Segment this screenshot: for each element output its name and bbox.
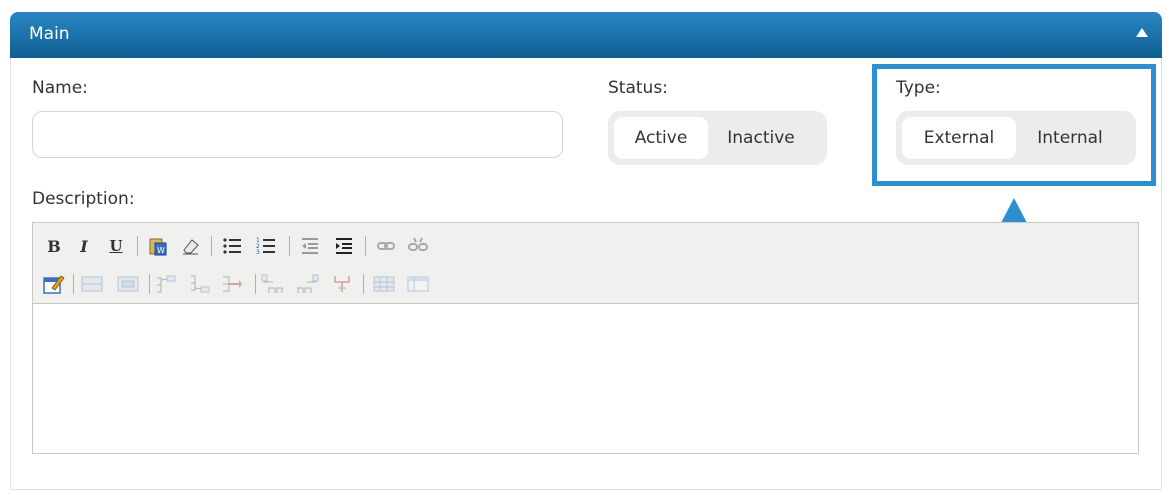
svg-text:3: 3 <box>256 249 260 256</box>
outdent-icon[interactable] <box>299 235 321 257</box>
table-properties-icon[interactable] <box>407 273 429 295</box>
description-editor: B I U W 123 <box>32 222 1139 454</box>
insert-column-after-icon[interactable] <box>189 273 211 295</box>
indent-icon[interactable] <box>333 235 355 257</box>
status-toggle: Active Inactive <box>608 111 827 165</box>
bold-icon[interactable]: B <box>43 235 65 257</box>
panel-header[interactable]: Main <box>10 12 1162 58</box>
delete-column-icon[interactable] <box>221 273 243 295</box>
link-icon[interactable] <box>375 235 397 257</box>
insert-column-before-icon[interactable] <box>155 273 177 295</box>
status-label: Status: <box>608 78 668 98</box>
name-input[interactable] <box>32 111 563 158</box>
edit-html-icon[interactable] <box>43 273 65 295</box>
numbered-list-icon[interactable]: 123 <box>255 235 277 257</box>
split-cell-icon[interactable] <box>331 273 353 295</box>
merge-cells-up-icon[interactable] <box>261 273 283 295</box>
paste-from-word-icon[interactable]: W <box>147 235 169 257</box>
description-label: Description: <box>32 189 135 209</box>
collapse-triangle-icon[interactable] <box>1136 28 1148 37</box>
status-active-button[interactable]: Active <box>614 117 708 159</box>
italic-icon[interactable]: I <box>73 235 95 257</box>
underline-icon[interactable]: U <box>105 235 127 257</box>
description-text-area[interactable] <box>33 304 1138 453</box>
insert-row-before-icon[interactable] <box>81 273 103 295</box>
editor-toolbar: B I U W 123 <box>33 223 1138 304</box>
eraser-icon[interactable] <box>179 235 201 257</box>
insert-row-after-icon[interactable] <box>117 273 139 295</box>
bulleted-list-icon[interactable] <box>221 235 243 257</box>
insert-table-icon[interactable] <box>373 273 395 295</box>
merge-cells-down-icon[interactable] <box>297 273 319 295</box>
svg-text:W: W <box>157 246 165 255</box>
unlink-icon[interactable] <box>407 235 429 257</box>
name-label: Name: <box>32 78 88 98</box>
type-highlight-box <box>872 64 1156 186</box>
status-inactive-button[interactable]: Inactive <box>708 117 814 159</box>
panel-title: Main <box>29 24 70 44</box>
